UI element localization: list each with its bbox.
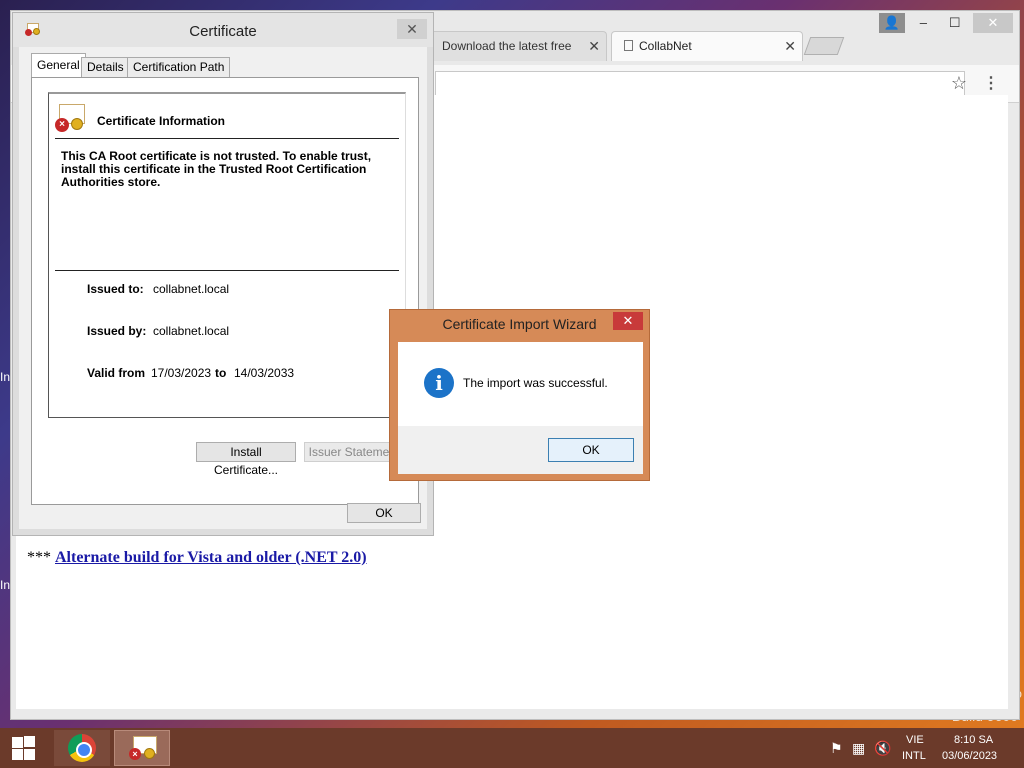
wizard-body: i The import was successful. OK (398, 342, 643, 474)
close-icon[interactable]: ✕ (613, 312, 643, 330)
menu-dots-icon[interactable]: ⋮ (983, 73, 999, 93)
ok-button[interactable]: OK (347, 503, 421, 523)
issued-by-label: Issued by: (87, 324, 147, 338)
ok-button[interactable]: OK (548, 438, 634, 462)
certificate-icon: × (129, 736, 159, 762)
window-controls: 👤 – ☐ ✕ (877, 13, 1013, 33)
certificate-info-box: × Certificate Information This CA Root c… (48, 92, 406, 418)
desktop-icon-label[interactable]: In (0, 578, 10, 592)
tab-close-icon[interactable]: ✕ (784, 32, 796, 60)
minimize-icon[interactable]: – (910, 13, 936, 33)
issued-to-value: collabnet.local (153, 282, 230, 296)
start-button[interactable] (0, 728, 50, 768)
volume-muted-icon[interactable]: 🔇 (874, 740, 891, 757)
divider (55, 270, 399, 271)
dialog-titlebar: Certificate ✕ (13, 13, 433, 47)
tab-title: Download the latest free (442, 39, 572, 53)
desktop-icon-label[interactable]: In (0, 370, 10, 384)
wizard-footer: OK (398, 426, 643, 474)
certificate-untrusted-icon: × (55, 104, 87, 134)
language-layout[interactable]: INTL (902, 750, 926, 762)
dialog-title: Certificate Import Wizard (442, 316, 597, 332)
alternate-build-line: *** Alternate build for Vista and older … (27, 549, 367, 567)
network-icon[interactable]: ▦ (852, 740, 865, 757)
taskbar: × ⚑ ▦ 🔇 VIE INTL 8:10 SA 03/06/2023 (0, 728, 1024, 768)
issued-by-row: Issued by: collabnet.local (87, 324, 229, 338)
window-close-icon[interactable]: ✕ (973, 13, 1013, 33)
browser-tab-download[interactable]: Download the latest free ✕ (429, 31, 607, 61)
maximize-icon[interactable]: ☐ (942, 13, 968, 33)
certificate-dialog: Certificate ✕ General Details Certificat… (12, 12, 434, 536)
import-wizard-dialog: Certificate Import Wizard ✕ i The import… (389, 309, 650, 481)
system-tray: ⚑ ▦ 🔇 VIE INTL 8:10 SA 03/06/2023 (824, 728, 1024, 768)
close-icon[interactable]: ✕ (397, 19, 427, 39)
taskbar-chrome[interactable] (54, 730, 110, 766)
bookmark-star-icon[interactable]: ☆ (951, 73, 967, 94)
taskbar-certificate[interactable]: × (114, 730, 170, 766)
tab-general[interactable]: General (31, 53, 86, 78)
tab-details[interactable]: Details (81, 57, 130, 77)
dialog-title: Certificate (189, 23, 257, 40)
new-tab-button[interactable] (803, 37, 845, 55)
flag-icon[interactable]: ⚑ (830, 740, 843, 757)
install-certificate-button[interactable]: Install Certificate... (196, 442, 296, 477)
validity-row: Valid from 17/03/2023 to 14/03/2033 (87, 366, 294, 380)
certificate-info-heading: Certificate Information (97, 114, 226, 128)
tab-title: CollabNet (639, 39, 692, 53)
general-panel: × Certificate Information This CA Root c… (31, 77, 419, 505)
alternate-build-link[interactable]: Alternate build for Vista and older (.NE… (55, 549, 367, 566)
trust-warning-text: This CA Root certificate is not trusted.… (61, 149, 372, 189)
clock-date[interactable]: 03/06/2023 (942, 750, 997, 762)
chrome-icon (68, 734, 96, 762)
tab-close-icon[interactable]: ✕ (588, 32, 600, 60)
page-icon (624, 40, 633, 51)
info-icon: i (424, 368, 454, 398)
profile-icon[interactable]: 👤 (878, 13, 905, 33)
success-message: The import was successful. (463, 376, 608, 390)
issued-to-row: Issued to: collabnet.local (87, 282, 229, 296)
valid-from-label: Valid from (87, 366, 146, 380)
valid-to-value: 14/03/2033 (234, 366, 295, 380)
clock-time[interactable]: 8:10 SA (954, 734, 993, 746)
valid-to-label: to (215, 366, 227, 380)
issued-by-value: collabnet.local (153, 324, 230, 338)
divider (55, 138, 399, 139)
language-day[interactable]: VIE (906, 734, 924, 746)
valid-from-value: 17/03/2023 (151, 366, 212, 380)
issued-to-label: Issued to: (87, 282, 144, 296)
address-bar[interactable] (435, 71, 965, 97)
browser-tab-collabnet[interactable]: CollabNet ✕ (611, 31, 803, 61)
tab-certification-path[interactable]: Certification Path (127, 57, 231, 77)
asterisks: *** (27, 549, 55, 566)
